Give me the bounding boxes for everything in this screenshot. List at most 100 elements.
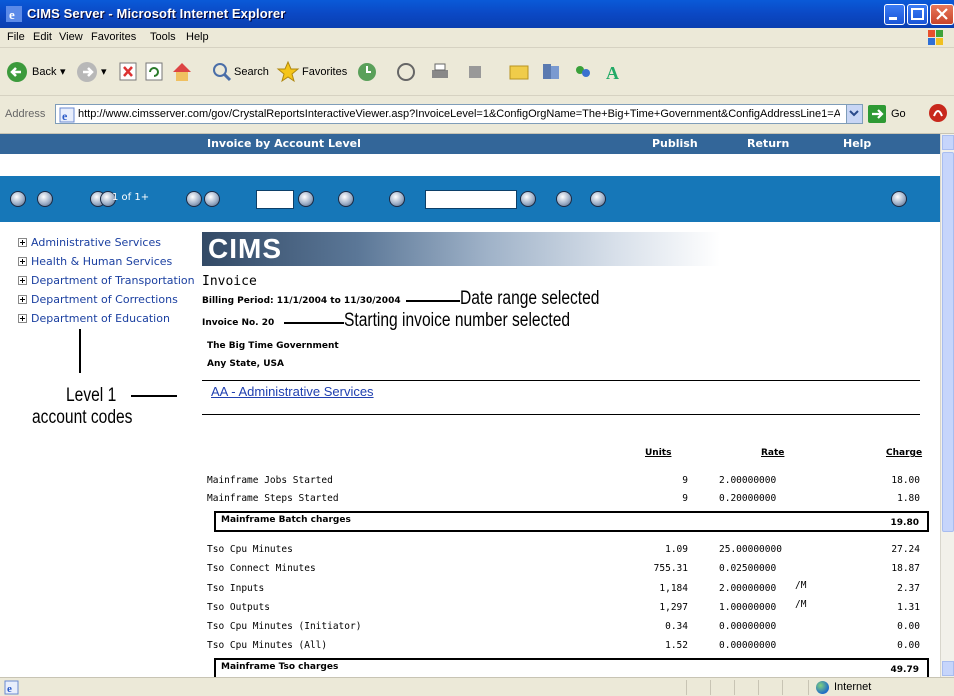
svg-text:A: A — [606, 63, 619, 83]
close-button[interactable] — [930, 4, 954, 25]
status-divider — [758, 680, 759, 695]
print-icon[interactable] — [428, 58, 452, 86]
table-row: Tso Inputs 1,184 2.00000000/M 2.37 — [207, 580, 920, 594]
status-divider — [710, 680, 711, 695]
invoice-heading: Invoice — [202, 274, 257, 289]
status-divider — [734, 680, 735, 695]
back-label[interactable]: Back — [32, 66, 56, 78]
address-bar: Address e http://www.cimsserver.com/gov/… — [0, 96, 954, 134]
tree-item-administrative-services[interactable]: Administrative Services — [18, 236, 161, 249]
refresh-icon[interactable] — [144, 58, 164, 86]
export-icon[interactable] — [10, 191, 26, 207]
annotation-line-invoice — [284, 322, 344, 324]
close-report-icon[interactable] — [37, 191, 53, 207]
favorites-star-icon[interactable] — [276, 58, 300, 86]
search-label[interactable]: Search — [234, 66, 269, 78]
maximize-button[interactable] — [907, 4, 928, 25]
favorites-label[interactable]: Favorites — [302, 66, 347, 78]
internet-zone-icon — [816, 681, 829, 694]
expand-icon[interactable] — [18, 295, 27, 304]
subtotal-value: 19.80 — [890, 518, 919, 528]
edit-icon[interactable] — [466, 58, 486, 86]
menu-bar: File Edit View Favorites Tools Help — [0, 28, 954, 48]
forward-arrow-icon[interactable] — [76, 58, 98, 86]
address-label: Address — [5, 108, 46, 120]
stop-report-icon[interactable] — [338, 191, 354, 207]
history-icon[interactable] — [356, 58, 378, 86]
back-arrow-icon[interactable] — [6, 58, 28, 86]
billing-period: Billing Period: 11/1/2004 to 11/30/2004 — [202, 296, 401, 306]
tree-item-corrections[interactable]: Department of Corrections — [18, 293, 178, 306]
home-icon[interactable] — [170, 58, 194, 86]
account-link[interactable]: AA - Administrative Services — [211, 384, 374, 399]
cims-banner: CIMS — [202, 232, 720, 266]
expand-icon[interactable] — [18, 314, 27, 323]
help-link[interactable]: Help — [843, 137, 871, 150]
minimize-icon — [889, 17, 897, 20]
expand-icon[interactable] — [18, 238, 27, 247]
forward-dropdown-icon[interactable]: ▾ — [101, 65, 107, 78]
address-url[interactable]: http://www.cimsserver.com/gov/CrystalRep… — [78, 108, 840, 120]
search-text-input[interactable] — [425, 190, 517, 209]
goto-page-icon[interactable] — [298, 191, 314, 207]
report-viewer-toolbar: 1 of 1+ — [0, 176, 940, 222]
pdf-icon[interactable] — [928, 102, 948, 124]
publish-link[interactable]: Publish — [652, 137, 698, 150]
last-page-icon[interactable] — [204, 191, 220, 207]
font-size-icon[interactable]: A — [604, 58, 628, 86]
crystal-logo-icon — [891, 191, 907, 207]
svg-text:e: e — [7, 683, 12, 695]
folder-icon[interactable] — [508, 58, 530, 86]
print-report-icon[interactable] — [389, 191, 405, 207]
menu-tools[interactable]: Tools — [150, 31, 176, 43]
expand-icon[interactable] — [18, 257, 27, 266]
goto-page-input[interactable] — [256, 190, 294, 209]
windows-logo-icon — [928, 30, 943, 45]
annotation-line-level — [131, 395, 177, 397]
next-page-icon[interactable] — [186, 191, 202, 207]
go-arrow-icon[interactable] — [868, 105, 886, 123]
menu-view[interactable]: View — [59, 31, 83, 43]
help-icon[interactable] — [590, 191, 606, 207]
status-divider — [782, 680, 783, 695]
back-dropdown-icon[interactable]: ▾ — [60, 65, 66, 78]
scroll-down-icon[interactable] — [942, 661, 954, 676]
tree-item-transportation[interactable]: Department of Transportation — [18, 274, 195, 287]
table-row: Tso Connect Minutes 755.31 0.02500000 18.… — [207, 563, 920, 574]
zoom-icon[interactable] — [556, 191, 572, 207]
messenger-icon[interactable] — [572, 58, 594, 86]
organization-name: The Big Time Government — [207, 341, 339, 351]
subtotal-tso: Mainframe Tso charges 49.79 — [214, 658, 929, 677]
vertical-scrollbar[interactable] — [940, 134, 954, 677]
security-zone: Internet — [834, 681, 872, 693]
expand-icon[interactable] — [18, 276, 27, 285]
status-divider — [808, 680, 809, 695]
go-label[interactable]: Go — [891, 108, 906, 120]
menu-edit[interactable]: Edit — [33, 31, 52, 43]
ie-icon: e — [6, 6, 22, 22]
return-link[interactable]: Return — [747, 137, 789, 150]
subtotal-value: 49.79 — [890, 665, 919, 675]
tree-item-education[interactable]: Department of Education — [18, 312, 170, 325]
search-icon[interactable] — [210, 58, 234, 86]
annotation-line-date — [406, 300, 460, 302]
mail-icon[interactable] — [394, 58, 418, 86]
stop-icon[interactable] — [118, 58, 138, 86]
minimize-button[interactable] — [884, 4, 905, 25]
menu-help[interactable]: Help — [186, 31, 209, 43]
organization-address: Any State, USA — [207, 359, 284, 369]
column-header-charge: Charge — [886, 448, 923, 458]
scroll-thumb[interactable] — [942, 152, 954, 532]
address-dropdown-icon[interactable] — [846, 105, 862, 123]
menu-favorites[interactable]: Favorites — [91, 31, 136, 43]
menu-file[interactable]: File — [7, 31, 25, 43]
address-input[interactable]: e http://www.cimsserver.com/gov/CrystalR… — [55, 104, 863, 124]
close-icon — [936, 8, 948, 20]
search-binoculars-icon[interactable] — [520, 191, 536, 207]
table-row: Tso Cpu Minutes 1.09 25.00000000 27.24 — [207, 544, 920, 555]
subtotal-label: Mainframe Tso charges — [221, 662, 339, 672]
browser-toolbar: Back ▾ ▾ Search Favorites A — [0, 48, 954, 96]
tree-item-health-human-services[interactable]: Health & Human Services — [18, 255, 172, 268]
scroll-up-icon[interactable] — [942, 135, 954, 150]
research-icon[interactable] — [540, 58, 562, 86]
